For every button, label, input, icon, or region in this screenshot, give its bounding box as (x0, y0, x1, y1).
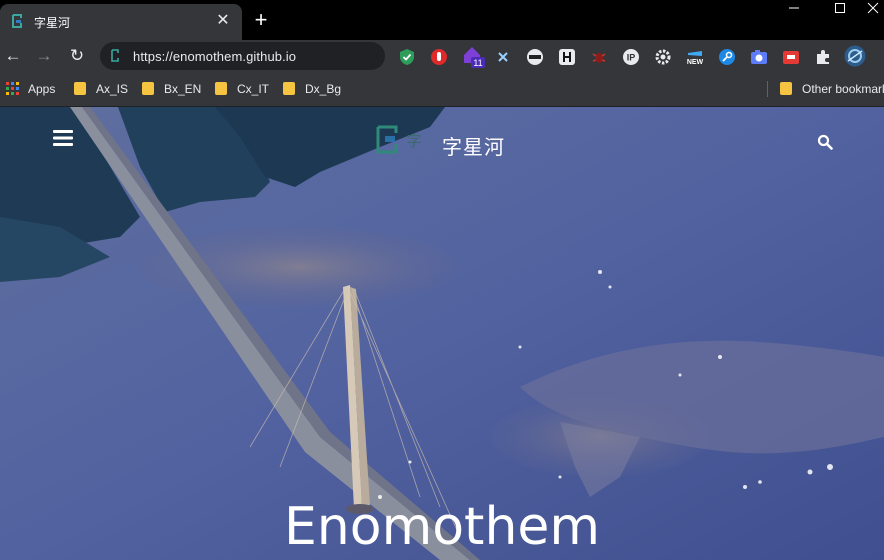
h-icon[interactable] (558, 48, 576, 66)
minimize-button[interactable] (771, 2, 817, 24)
hero-heading: Enomothem (283, 497, 601, 557)
maximize-icon (835, 3, 845, 13)
site-logo-icon[interactable]: 字 (374, 124, 430, 156)
site-title[interactable]: 字星河 (442, 131, 505, 160)
bookmark-folder[interactable]: Cx_IT (215, 80, 269, 98)
tab-close-icon[interactable]: ✕ (214, 12, 232, 30)
folder-icon (283, 82, 295, 96)
hero-background-image (0, 107, 884, 560)
bookmark-folder[interactable]: Bx_EN (142, 80, 201, 98)
web-page: 字 字星河 Enomothem (0, 107, 884, 560)
ninja-icon[interactable] (526, 48, 544, 66)
bookmark-label: Bx_EN (164, 82, 202, 96)
tab-title: 字星河 (34, 16, 71, 30)
red-box-icon[interactable] (782, 48, 800, 66)
new-icon[interactable]: NEW (686, 48, 704, 66)
site-favicon-icon (111, 49, 119, 62)
site-favicon-icon (12, 14, 22, 28)
close-window-button[interactable] (862, 2, 884, 24)
bookmark-label: Cx_IT (237, 82, 270, 96)
search-icon[interactable] (817, 134, 833, 150)
new-tab-button[interactable]: + (250, 9, 272, 31)
url-text[interactable]: https://enomothem.github.io (133, 49, 296, 64)
browser-toolbar: ← → ↻ https://enomothem.github.io 11 IP (0, 40, 884, 72)
maximize-button[interactable] (817, 2, 863, 24)
bug-icon[interactable] (590, 48, 608, 66)
forward-button[interactable]: → (33, 45, 55, 67)
bookmarks-bar: Apps Ax_IS Bx_EN Cx_IT Dx_Bg Other bookm… (0, 72, 884, 107)
camera-icon[interactable] (750, 48, 768, 66)
purple-house-icon[interactable]: 11 (462, 45, 486, 69)
gear-icon[interactable] (654, 48, 672, 66)
close-icon (867, 2, 879, 14)
browser-titlebar: 字星河 ✕ + (0, 0, 884, 40)
folder-icon (142, 82, 154, 96)
reload-button[interactable]: ↻ (66, 45, 88, 67)
minimize-icon (789, 7, 799, 9)
key-icon[interactable] (718, 48, 736, 66)
bookmarks-separator (767, 81, 768, 97)
hamburger-menu-icon[interactable] (53, 129, 73, 147)
apps-grid-icon (6, 82, 19, 96)
address-bar[interactable]: https://enomothem.github.io (100, 42, 385, 70)
ip-icon[interactable]: IP (622, 48, 640, 66)
bookmark-apps[interactable]: Apps (6, 80, 55, 98)
bookmark-folder[interactable]: Dx_Bg (283, 80, 341, 98)
back-button[interactable]: ← (2, 45, 24, 67)
folder-icon (74, 82, 86, 96)
shield-check-icon[interactable] (398, 48, 416, 66)
bookmark-folder[interactable]: Ax_IS (74, 80, 128, 98)
bookmark-label: Other bookmarks (802, 82, 884, 96)
logo-char: 字 (406, 132, 421, 150)
avatar-icon[interactable] (844, 45, 866, 67)
bookmark-label: Ax_IS (96, 82, 129, 96)
extension-badge: 11 (473, 58, 482, 68)
x-icon[interactable] (494, 48, 512, 66)
bookmark-label: Dx_Bg (305, 82, 342, 96)
svg-text:NEW: NEW (687, 59, 704, 66)
red-hand-icon[interactable] (430, 48, 448, 66)
puzzle-icon[interactable] (814, 48, 832, 66)
svg-text:IP: IP (627, 53, 636, 63)
folder-icon (215, 82, 227, 96)
bookmark-label: Apps (28, 82, 56, 96)
folder-icon (780, 82, 792, 96)
other-bookmarks[interactable]: Other bookmarks (780, 80, 884, 98)
browser-tab[interactable]: 字星河 ✕ (0, 4, 242, 40)
